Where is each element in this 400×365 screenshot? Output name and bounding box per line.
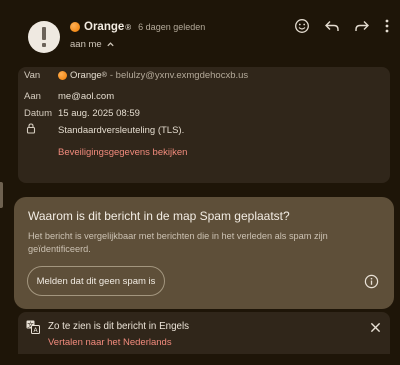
emoji-icon [295, 19, 309, 33]
sender-trademark: ® [125, 22, 132, 32]
security-details-link[interactable]: Beveiligingsgegevens bekijken [58, 147, 187, 158]
more-options-button[interactable] [382, 16, 392, 36]
from-value: Orange ® - belulzy@yxnv.exmgdehocxb.us [58, 70, 248, 81]
encryption-value: Standaardversleuteling (TLS). [58, 124, 185, 136]
spam-notice-description: Het bericht is vergelijkbaar met bericht… [28, 231, 328, 254]
translate-link[interactable]: Vertalen naar het Nederlands [48, 337, 172, 348]
from-label: Van [24, 69, 41, 81]
forward-button[interactable] [352, 16, 372, 36]
emoji-reaction-button[interactable] [292, 16, 312, 36]
message-actions [292, 16, 392, 36]
recipient-toggle[interactable]: aan me [70, 39, 115, 50]
orange-logo-icon [70, 22, 80, 32]
date-label: Datum [24, 107, 52, 119]
to-value: me@aol.com [58, 90, 115, 102]
orange-logo-icon [58, 70, 67, 80]
close-icon [370, 322, 380, 332]
to-label: Aan [24, 90, 41, 102]
not-spam-button[interactable]: Melden dat dit geen spam is [27, 266, 165, 296]
lock-icon [26, 123, 36, 134]
date-value: 15 aug. 2025 08:59 [58, 107, 140, 119]
chevron-up-icon [107, 42, 114, 47]
spam-notice-title: Waarom is dit bericht in de map Spam gep… [28, 209, 290, 223]
info-icon [364, 274, 378, 288]
from-trademark: ® [101, 71, 107, 79]
sender-avatar [28, 21, 60, 53]
from-name: Orange [70, 69, 102, 81]
translate-title: Zo te zien is dit bericht in Engels [48, 321, 190, 332]
from-address: - belulzy@yxnv.exmgdehocxb.us [109, 69, 249, 81]
forward-icon [355, 21, 369, 31]
translate-bar: 文 A Zo te zien is dit bericht in Engels … [18, 312, 390, 354]
alert-icon [42, 27, 46, 47]
translate-close-button[interactable] [368, 320, 382, 334]
message-details-card: Van Orange ® - belulzy@yxnv.exmgdehocxb.u… [18, 67, 390, 183]
translate-icon: 文 A [26, 320, 40, 334]
recipient-summary: aan me [70, 39, 102, 50]
reply-icon [325, 21, 339, 31]
sender-row: Orange ® 6 dagen geleden [70, 21, 205, 33]
sent-time: 6 dagen geleden [138, 22, 206, 32]
lock-icon-wrap [26, 123, 36, 137]
spam-info-button[interactable] [362, 272, 380, 290]
scroll-accent [0, 182, 3, 208]
reply-button[interactable] [322, 16, 342, 36]
more-vert-icon [385, 19, 389, 33]
spam-notice-card: Waarom is dit bericht in de map Spam gep… [14, 197, 394, 309]
sender-name[interactable]: Orange [84, 21, 124, 33]
